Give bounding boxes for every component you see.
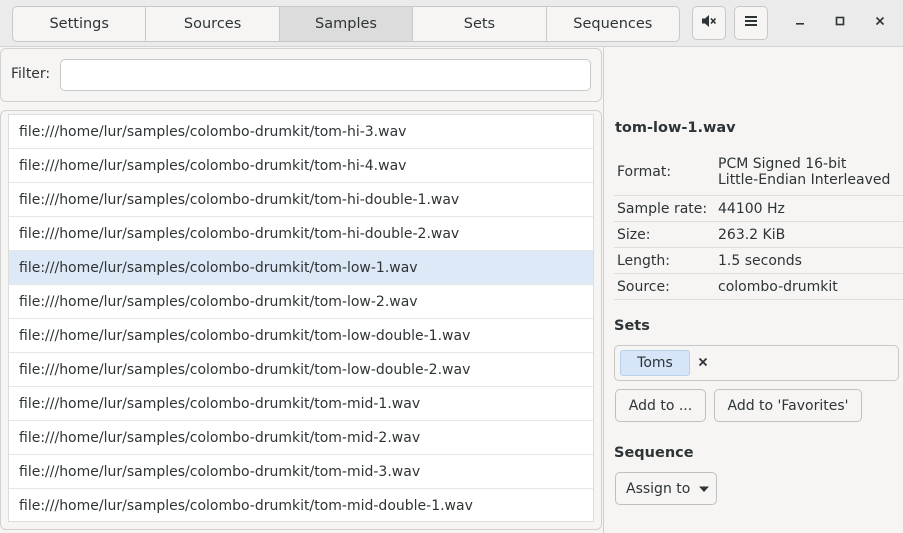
filter-input[interactable] [60, 59, 591, 91]
detail-row: Source: colombo-drumkit [614, 274, 903, 300]
mute-button[interactable] [692, 6, 726, 40]
detail-row: Format: PCM Signed 16-bit Little-Endian I… [614, 148, 903, 196]
detail-value: 1.5 seconds [718, 252, 802, 269]
sample-row[interactable]: file:///home/lur/samples/colombo-drumkit… [9, 285, 593, 319]
close-window-button[interactable] [868, 11, 892, 35]
sample-row[interactable]: file:///home/lur/samples/colombo-drumkit… [9, 455, 593, 489]
minimize-button[interactable] [788, 11, 812, 35]
sample-row[interactable]: file:///home/lur/samples/colombo-drumkit… [9, 149, 593, 183]
maximize-icon [834, 15, 846, 31]
pane-divider[interactable] [603, 46, 604, 533]
detail-value: colombo-drumkit [718, 278, 838, 295]
detail-key: Format: [617, 163, 672, 180]
sample-row[interactable]: file:///home/lur/samples/colombo-drumkit… [9, 319, 593, 353]
sample-row[interactable]: file:///home/lur/samples/colombo-drumkit… [9, 251, 593, 285]
filter-label: Filter: [11, 66, 51, 82]
hamburger-menu-icon [743, 13, 759, 33]
close-icon [698, 355, 708, 371]
sample-details: Format: PCM Signed 16-bit Little-Endian I… [614, 148, 903, 300]
sample-row[interactable]: file:///home/lur/samples/colombo-drumkit… [9, 387, 593, 421]
sample-row[interactable]: file:///home/lur/samples/colombo-drumkit… [9, 115, 593, 149]
remove-tag-button[interactable] [693, 352, 713, 374]
detail-key: Source: [617, 278, 670, 295]
tab-sets[interactable]: Sets [413, 7, 547, 41]
close-icon [874, 15, 886, 31]
detail-value: 44100 Hz [718, 200, 785, 217]
assign-to-label: Assign to [626, 480, 691, 497]
detail-key: Length: [617, 252, 671, 269]
sample-row[interactable]: file:///home/lur/samples/colombo-drumkit… [9, 421, 593, 455]
sequence-section-label: Sequence [614, 445, 694, 461]
detail-value: 263.2 KiB [718, 226, 786, 243]
tab-sequences[interactable]: Sequences [547, 7, 679, 41]
tab-settings[interactable]: Settings [13, 7, 147, 41]
sample-row[interactable]: file:///home/lur/samples/colombo-drumkit… [9, 183, 593, 217]
sample-row[interactable]: file:///home/lur/samples/colombo-drumkit… [9, 489, 593, 521]
chevron-down-icon [698, 485, 710, 493]
sets-section-label: Sets [614, 318, 650, 334]
tab-samples[interactable]: Samples [279, 7, 414, 41]
view-switcher: Settings Sources Samples Sets Sequences [12, 6, 680, 42]
maximize-button[interactable] [828, 11, 852, 35]
assign-to-dropdown[interactable]: Assign to [615, 472, 717, 505]
sample-row[interactable]: file:///home/lur/samples/colombo-drumkit… [9, 217, 593, 251]
sample-row[interactable]: file:///home/lur/samples/colombo-drumkit… [9, 353, 593, 387]
detail-row: Size: 263.2 KiB [614, 222, 903, 248]
detail-row: Sample rate: 44100 Hz [614, 196, 903, 222]
tab-sources[interactable]: Sources [146, 7, 280, 41]
volume-muted-icon [701, 13, 717, 33]
sample-list: file:///home/lur/samples/colombo-drumkit… [8, 114, 594, 522]
detail-key: Sample rate: [617, 200, 708, 217]
detail-key: Size: [617, 226, 651, 243]
detail-row: Length: 1.5 seconds [614, 248, 903, 274]
set-tag: Toms [620, 350, 690, 376]
main-menu-button[interactable] [734, 6, 768, 40]
minimize-icon [794, 15, 806, 31]
detail-value: PCM Signed 16-bit Little-Endian Interlea… [718, 155, 891, 188]
add-to-favorites-button[interactable]: Add to 'Favorites' [714, 389, 862, 422]
sample-title: tom-low-1.wav [615, 120, 736, 136]
add-to-button[interactable]: Add to ... [615, 389, 706, 422]
